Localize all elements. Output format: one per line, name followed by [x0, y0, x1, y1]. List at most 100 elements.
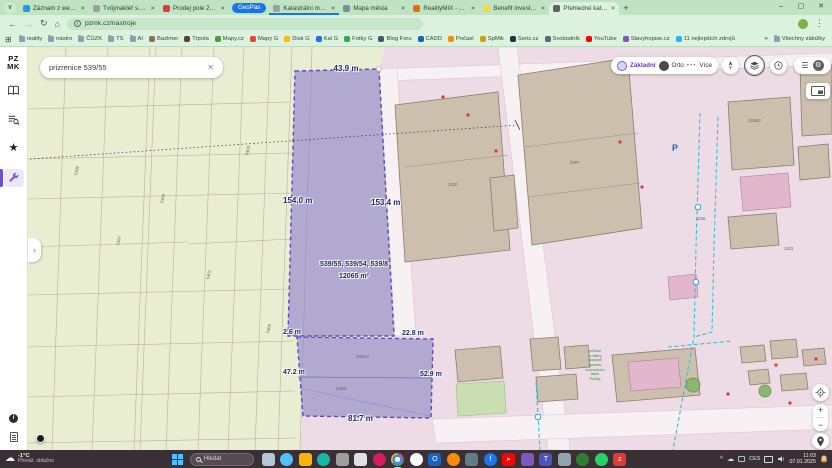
basemap-basic-label[interactable]: Základní: [630, 62, 656, 69]
browser-tab[interactable]: Prodej pole 25/953 m². M ✕: [159, 2, 229, 15]
bookmark-item[interactable]: Stavyhopise.cz: [621, 35, 672, 43]
map-menu[interactable]: ☰ ⚙: [794, 57, 831, 74]
taskbar-weather[interactable]: ☁ -1°C Převáž. oblačno: [5, 453, 54, 465]
sidebar-item-favorites[interactable]: ★: [4, 140, 24, 158]
bookmark-item[interactable]: Trpota: [182, 35, 211, 43]
taskbar-icon-facebook[interactable]: f: [484, 453, 497, 466]
pzmk-logo[interactable]: PZMK: [7, 55, 20, 71]
zoom-in-button[interactable]: +: [818, 405, 823, 415]
minimize-button[interactable]: –: [772, 0, 790, 13]
zoom-out-button[interactable]: −: [818, 420, 823, 430]
browser-tab[interactable]: Tvůjmakléř s.r.o. | Systém ✕: [89, 2, 159, 15]
bookmark-item[interactable]: Blog Foru: [376, 35, 413, 43]
tab-close-icon[interactable]: ✕: [331, 6, 336, 12]
browser-tab[interactable]: Mapa města ✕: [339, 2, 409, 15]
sidebar-item-tools[interactable]: [4, 169, 24, 187]
tab-close-icon[interactable]: ✕: [80, 6, 85, 12]
browser-tab[interactable]: Benefit investment, a.s. ✕: [479, 2, 549, 15]
taskbar-icon-whatsapp[interactable]: [595, 453, 608, 466]
browser-menu-icon[interactable]: ⋮: [815, 18, 824, 29]
bookmark-item[interactable]: Kal G: [314, 35, 341, 43]
language-indicator[interactable]: CES: [749, 456, 760, 462]
forward-icon[interactable]: →: [24, 19, 33, 29]
taskbar-icon-camera[interactable]: [465, 453, 478, 466]
tray-chevron-icon[interactable]: ^: [720, 456, 723, 463]
taskbar-icon-globe-green[interactable]: [576, 453, 589, 466]
taskbar-icon-file-explorer[interactable]: [299, 453, 312, 466]
taskbar-icon-calculator[interactable]: [558, 453, 571, 466]
bookmark-item[interactable]: Disk G: [282, 35, 311, 43]
taskbar-icon-app-grey[interactable]: [336, 453, 349, 466]
bookmark-item[interactable]: 11 nejlepších zdrojů: [674, 35, 737, 43]
bookmark-item[interactable]: Počasí: [446, 35, 476, 43]
bookmark-item[interactable]: nástro: [46, 35, 74, 43]
tray-app-icon[interactable]: [738, 456, 745, 462]
taskbar-clock[interactable]: 11:03 07.01.2025: [789, 453, 816, 466]
taskbar-icon-edge[interactable]: [317, 453, 330, 466]
browser-tab[interactable]: Přehledné katastrální ma ✕: [549, 2, 619, 15]
bookmark-item[interactable]: Fotky G: [342, 35, 374, 43]
tab-close-icon[interactable]: ✕: [150, 6, 155, 12]
drop-pin-button[interactable]: [812, 433, 829, 449]
tab-close-icon[interactable]: ✕: [541, 6, 546, 12]
taskbar-icon-teams[interactable]: T: [539, 453, 552, 466]
bookmark-item[interactable]: ČÚZK: [76, 35, 104, 43]
all-bookmarks-button[interactable]: Všechny záložky: [772, 35, 827, 43]
bookmark-item[interactable]: CADD: [416, 35, 444, 43]
clear-search-icon[interactable]: ✕: [207, 63, 214, 72]
bookmark-item[interactable]: TS: [106, 35, 125, 43]
taskbar-icon-folder-purple[interactable]: [521, 453, 534, 466]
history-button[interactable]: [770, 57, 787, 74]
taskbar-search[interactable]: Hledat: [190, 453, 254, 466]
bookmark-item[interactable]: Mapy.cz: [213, 35, 246, 43]
tab-close-icon[interactable]: ✕: [220, 6, 225, 12]
taskbar-icon-outlook[interactable]: O: [428, 453, 441, 466]
basemap-basic-thumb[interactable]: [617, 61, 627, 71]
compass-button[interactable]: [722, 57, 739, 74]
onedrive-cloud-icon[interactable]: ☁: [727, 455, 734, 463]
document-icon[interactable]: [10, 432, 18, 442]
reload-icon[interactable]: ↻: [40, 18, 48, 29]
tab-close-icon[interactable]: ✕: [401, 6, 406, 12]
basemap-more-label[interactable]: Více: [699, 62, 712, 69]
taskbar-icon-chrome[interactable]: [391, 453, 404, 466]
taskbar-icon-app-orange[interactable]: [447, 453, 460, 466]
taskbar-icon-app-red[interactable]: z: [613, 453, 626, 466]
taskbar-icon-app-magenta[interactable]: [373, 453, 386, 466]
bookmark-item[interactable]: Bazlmer: [147, 35, 180, 43]
bookmark-item[interactable]: Mapy G: [248, 35, 280, 43]
bookmark-item[interactable]: reality: [17, 35, 44, 43]
bookmark-item[interactable]: AI: [128, 35, 145, 43]
browser-tab[interactable]: Záznam z webináře CeMu ✕: [19, 2, 89, 15]
bookmarks-overflow-icon[interactable]: »: [764, 36, 767, 42]
taskbar-icon-calendar[interactable]: [354, 453, 367, 466]
sidebar-expander[interactable]: ›: [28, 238, 41, 262]
tab-close-icon[interactable]: ✕: [471, 6, 476, 12]
info-icon[interactable]: i: [9, 414, 18, 423]
new-tab-button[interactable]: +: [623, 3, 628, 13]
address-bar[interactable]: i pzmk.cz/nastroje: [67, 18, 423, 30]
layers-button[interactable]: [746, 57, 763, 74]
apps-icon[interactable]: ⊞: [5, 35, 12, 44]
search-input[interactable]: prizrenice 539/55: [49, 63, 207, 72]
basemap-ortho-label[interactable]: Orto: [672, 62, 684, 69]
taskbar-icon-app-white[interactable]: [410, 453, 423, 466]
back-icon[interactable]: ←: [8, 19, 17, 29]
speaker-icon[interactable]: [777, 455, 785, 463]
bookmark-item[interactable]: SpMik: [478, 35, 506, 43]
taskbar-icon-widgets[interactable]: [280, 453, 293, 466]
start-button[interactable]: [172, 454, 183, 465]
bookmark-item[interactable]: Svobodník: [543, 35, 582, 43]
inset-map-button[interactable]: [806, 83, 830, 99]
profile-avatar[interactable]: [798, 19, 808, 29]
sidebar-item-search-list[interactable]: [4, 111, 24, 129]
cadastral-map[interactable]: [28, 47, 832, 450]
site-info-icon[interactable]: i: [74, 20, 81, 27]
bookmark-item[interactable]: Seris.cz: [508, 35, 541, 43]
tab-group-label[interactable]: GeoPas: [232, 3, 266, 13]
display-icon[interactable]: [764, 456, 773, 463]
browser-tab[interactable]: RealityMIX - Administrac ✕: [409, 2, 479, 15]
taskbar-icon-youtube[interactable]: ▸: [502, 453, 515, 466]
taskbar-icon-task-view[interactable]: [262, 453, 275, 466]
browser-tab[interactable]: Katastrální mapa | GeoPa ✕: [269, 2, 339, 15]
